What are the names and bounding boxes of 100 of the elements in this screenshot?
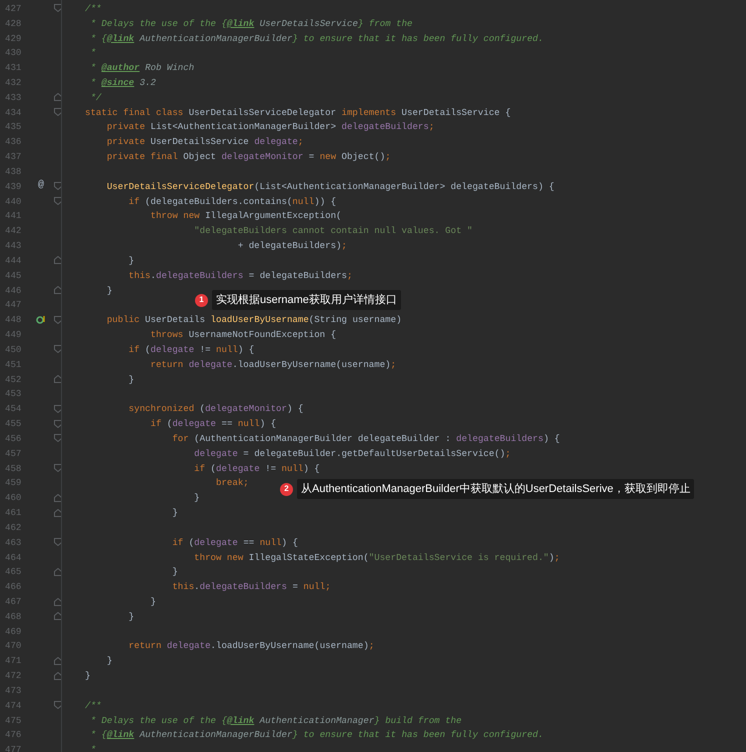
fold-open-icon[interactable] [54,701,62,710]
doc-tag: @since [101,78,134,88]
code-text: . [194,582,200,592]
code-keyword: ; [342,241,347,250]
fold-close-icon[interactable] [54,286,62,294]
code-text: ) { [286,404,304,414]
fold-close-icon[interactable] [54,375,62,384]
line-number: 441 [4,211,22,221]
code-text: UserDetails [145,315,206,324]
code-text: } [106,656,112,666]
fold-open-icon[interactable] [54,197,62,206]
line-number: 477 [4,745,22,752]
code-text: } [128,612,134,621]
code-keyword: throws [150,330,184,340]
fold-open-icon[interactable] [54,108,62,116]
code-text: == [243,538,256,547]
fold-close-icon[interactable] [54,508,62,517]
code-text: ) { [260,419,276,428]
line-number: 435 [4,122,22,132]
code-comment: * { [90,730,107,740]
code-text: == [221,419,234,428]
code-text: IllegalStateException( [248,552,369,562]
code-keyword: break; [216,478,249,488]
line-number: 450 [4,344,22,354]
fold-close-icon[interactable] [54,672,62,680]
code-text: (String username) [308,315,402,324]
line-number: 443 [4,241,22,250]
fold-open-icon[interactable] [54,404,62,413]
code-keyword: ; [298,137,304,146]
fold-open-icon[interactable] [54,182,62,190]
gutter-marker[interactable]: @ [38,181,44,192]
line-number: 455 [4,419,22,428]
fold-close-icon[interactable] [54,598,62,606]
code-text: .loadUserByUsername(username) [210,641,369,651]
line-number: 442 [4,226,22,236]
fold-close-icon[interactable] [54,494,62,502]
doc-reference: AuthenticationManager [260,716,374,725]
code-keyword: synchronized [128,404,196,414]
code-keyword: ; [505,448,511,458]
code-keyword: private [106,122,146,132]
code-text: = [292,582,299,592]
code-field: delegateBuilders [342,122,429,132]
code-field: delegate [188,360,232,369]
code-field: delegate [194,448,238,458]
code-text: ) { [282,538,298,547]
code-text: UserDetailsService [150,137,250,146]
code-keyword: ; [347,270,352,280]
callout-label: 实现根据username获取用户详情接口 [212,290,401,310]
line-number: 465 [4,567,22,576]
fold-open-icon[interactable] [54,420,62,428]
line-number: 462 [4,522,22,532]
fold-close-icon[interactable] [54,656,62,665]
line-number: 433 [4,92,22,102]
code-comment: * Delays the use of the { [90,18,227,28]
code-keyword: return [150,360,184,369]
code-comment: * [90,78,97,88]
code-text: (AuthenticationManagerBuilder delegateBuilder : [194,434,452,443]
line-number: 434 [4,108,22,117]
code-field: delegate [172,419,216,428]
line-number: 457 [4,448,22,458]
code-comment: * [90,63,97,72]
fold-close-icon[interactable] [54,568,62,576]
code-text: ) [548,552,554,562]
fold-open-icon[interactable] [54,4,62,12]
override-icon[interactable] [36,314,46,325]
code-keyword: ; [390,360,396,369]
code-keyword: static final class [85,108,184,117]
fold-open-icon[interactable] [54,538,62,546]
line-number: 461 [4,508,22,518]
line-number: 458 [4,464,22,473]
code-keyword: null [216,344,238,354]
code-field: delegateMonitor [205,404,287,414]
doc-tag: @author [101,63,140,72]
code-text: = [308,152,316,162]
fold-open-icon[interactable] [54,434,62,442]
fold-close-icon[interactable] [54,612,62,620]
code-text: ( [166,419,172,428]
fold-open-icon[interactable] [54,345,62,354]
code-text: )) { [314,196,336,206]
code-keyword: if [128,344,141,354]
code-field: delegateBuilders [200,582,287,592]
doc-reference: UserDetailsService [260,18,358,28]
code-keyword: ; [428,122,434,132]
code-text: ) { [303,464,320,473]
code-text: = delegateBuilder.getDefaultUserDetailsService() [243,448,506,458]
doc-tag: @link [106,34,134,43]
line-number: 475 [4,716,22,725]
fold-open-icon[interactable] [54,316,62,324]
code-string: "UserDetailsService is required." [368,552,549,562]
line-number: 446 [4,286,22,295]
fold-close-icon[interactable] [54,256,62,264]
line-number: 430 [4,48,22,58]
doc-reference: 3.2 [140,78,156,88]
code-text: UserDetailsService { [402,108,511,117]
code-text: ( [145,344,151,354]
code-keyword: for [172,434,190,443]
fold-close-icon[interactable] [54,93,62,102]
fold-open-icon[interactable] [54,464,62,472]
code-text: } [172,508,178,518]
line-number: 438 [4,166,22,176]
